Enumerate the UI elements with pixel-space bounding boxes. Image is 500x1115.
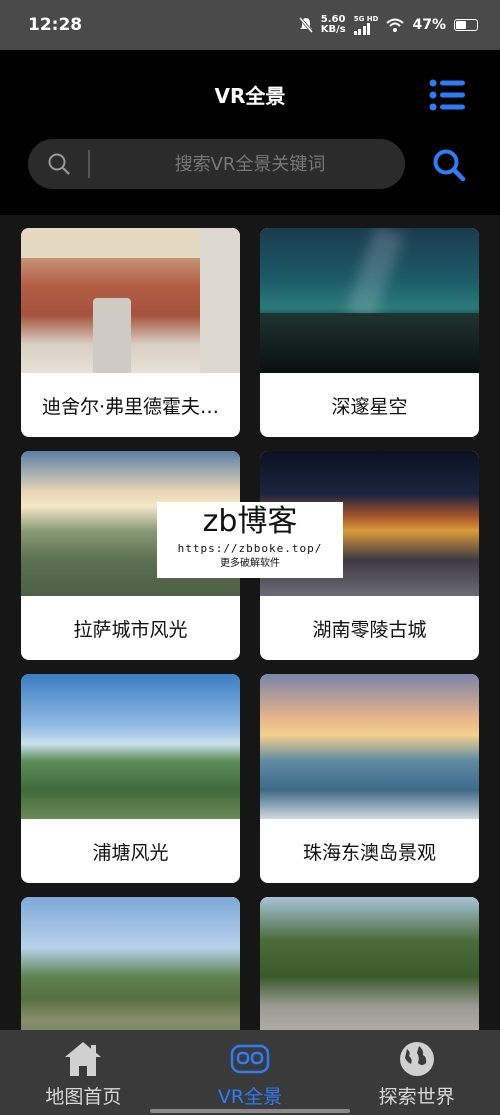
vr-card-grid: 迪舍尔·弗里德霍夫… 深邃星空 拉萨城市风光 湖南零陵古城 浦塘风光 珠海东澳岛… <box>0 215 500 1030</box>
search-button-icon[interactable] <box>432 149 466 181</box>
nav-label: 地图首页 <box>45 1086 122 1108</box>
nav-item-map-home[interactable]: 地图首页 <box>0 1030 167 1115</box>
card-title: 珠海东澳岛景观 <box>302 841 436 864</box>
watermark-note: 更多破解软件 <box>220 558 280 569</box>
nav-item-vr[interactable]: VR全景 <box>167 1030 334 1115</box>
status-time: 12:28 <box>28 15 83 35</box>
card-thumbnail <box>21 674 240 819</box>
card-title: 拉萨城市风光 <box>73 618 188 641</box>
vr-card[interactable]: 浦塘风光 <box>21 674 240 883</box>
home-icon <box>65 1042 102 1076</box>
card-thumbnail <box>260 897 479 1030</box>
watermark: zb博客 https://zbboke.top/ 更多破解软件 <box>157 502 343 578</box>
card-thumbnail <box>21 228 240 373</box>
vr-card[interactable]: 珠海东澳岛景观 <box>260 674 479 883</box>
net-speed-unit: KB/s <box>320 24 346 35</box>
vr-card[interactable] <box>260 897 479 1030</box>
battery-percent: 47% <box>412 17 446 33</box>
page-title: VR全景 <box>214 84 286 108</box>
search-icon <box>48 153 70 175</box>
search-cursor <box>88 150 90 178</box>
list-menu-icon[interactable] <box>429 79 465 111</box>
vr-card[interactable]: 迪舍尔·弗里德霍夫… <box>21 228 240 437</box>
vr-headset-icon <box>230 1044 270 1074</box>
card-thumbnail <box>260 674 479 819</box>
card-thumbnail <box>21 897 240 1030</box>
nav-label: VR全景 <box>217 1086 283 1108</box>
search-input[interactable] <box>110 153 390 175</box>
battery-icon <box>454 19 478 31</box>
globe-icon <box>399 1042 434 1076</box>
search-bar[interactable] <box>28 139 405 189</box>
status-bar: 12:28 5.60 KB/s 5G HD 47% <box>0 0 500 50</box>
home-indicator[interactable] <box>150 1109 350 1113</box>
watermark-url: https://zbboke.top/ <box>177 542 323 555</box>
status-icons: 5.60 KB/s 5G HD 47% <box>298 15 478 35</box>
card-title: 深邃星空 <box>331 395 408 418</box>
vr-card[interactable] <box>21 897 240 1030</box>
net-type: 5G HD <box>353 15 379 23</box>
nav-label: 探索世界 <box>378 1086 455 1108</box>
card-title: 湖南零陵古城 <box>312 618 427 641</box>
bottom-nav: 地图首页 VR全景 探索世界 <box>0 1030 500 1115</box>
card-thumbnail <box>260 228 479 373</box>
signal-icon <box>353 23 371 35</box>
wifi-icon <box>386 18 405 32</box>
mute-bell-icon <box>298 17 313 33</box>
watermark-brand: zb博客 <box>202 504 298 539</box>
net-speed: 5.60 KB/s <box>321 15 346 35</box>
card-title: 浦塘风光 <box>92 841 169 864</box>
header: VR全景 <box>0 50 500 215</box>
nav-item-explore[interactable]: 探索世界 <box>333 1030 500 1115</box>
vr-card[interactable]: 深邃星空 <box>260 228 479 437</box>
card-title: 迪舍尔·弗里德霍夫… <box>41 395 220 418</box>
